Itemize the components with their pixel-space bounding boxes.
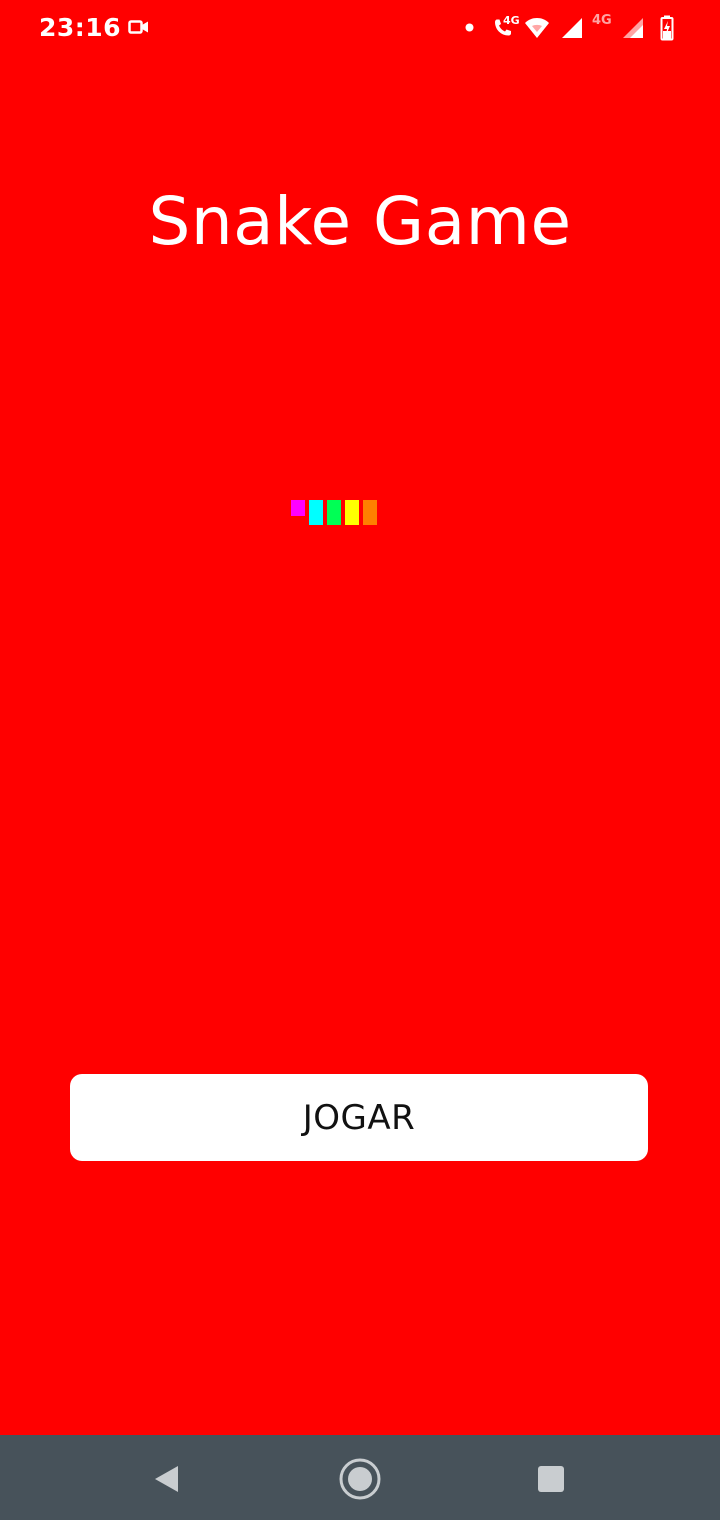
play-button[interactable]: JOGAR [70, 1074, 648, 1161]
play-button-label: JOGAR [302, 1097, 416, 1138]
signal-roaming-icon [623, 18, 643, 38]
app-screen: 23:16 4G 4G Snake Game JOGAR [0, 0, 720, 1435]
snake-segment [309, 500, 323, 525]
back-icon[interactable] [154, 1465, 180, 1493]
status-time: 23:16 [39, 13, 122, 42]
snake-segment [345, 500, 359, 525]
status-bar: 23:16 4G 4G [0, 0, 720, 56]
page-title: Snake Game [148, 183, 572, 260]
battery-charging-icon [660, 15, 674, 41]
wifi-icon [525, 18, 549, 38]
navigation-bar [0, 1435, 720, 1520]
signal-icon [562, 18, 582, 38]
video-record-icon [128, 20, 148, 34]
dot-icon [465, 23, 474, 32]
network-label-roaming: 4G [592, 13, 612, 28]
snake-segment [291, 500, 305, 516]
network-label: 4G [503, 14, 520, 27]
snake-segment [327, 500, 341, 525]
snake-graphic [291, 500, 377, 525]
recents-icon[interactable] [537, 1465, 565, 1493]
snake-segment [363, 500, 377, 525]
home-icon[interactable] [338, 1457, 382, 1501]
